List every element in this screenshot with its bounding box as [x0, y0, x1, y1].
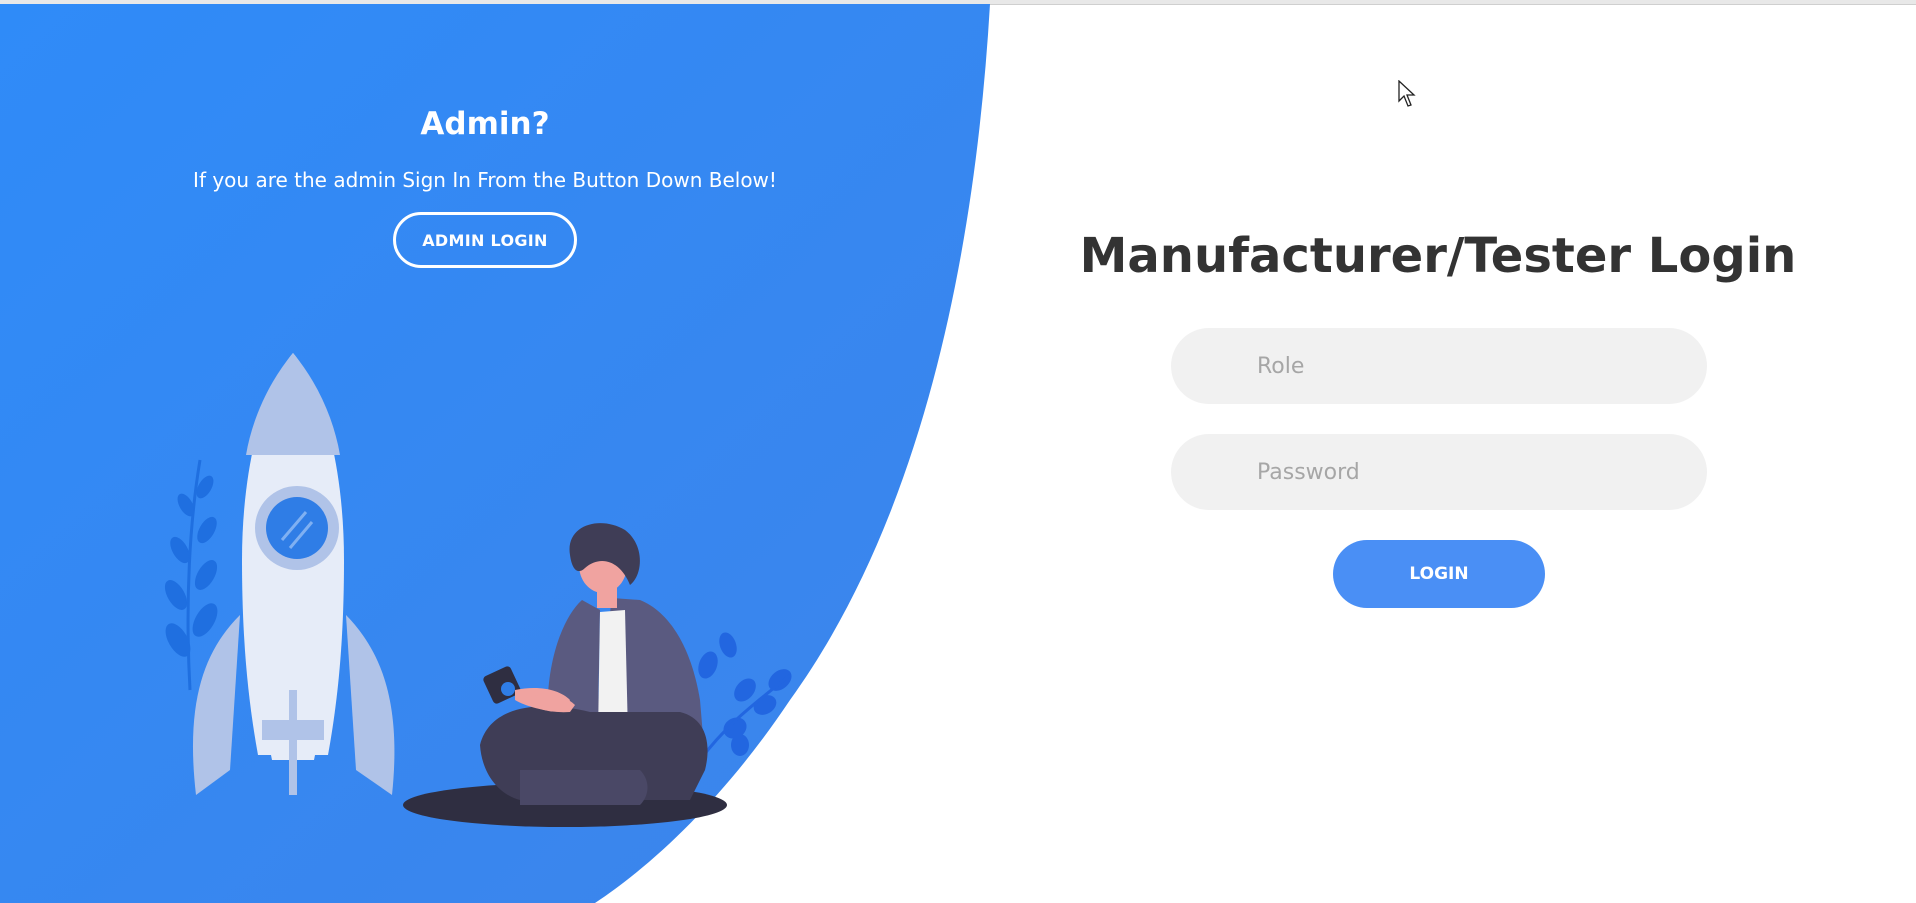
- admin-title: Admin?: [420, 106, 550, 142]
- login-page: Admin? If you are the admin Sign In From…: [0, 0, 1916, 903]
- role-input[interactable]: [1171, 328, 1707, 404]
- login-title: Manufacturer/Tester Login: [1079, 228, 1797, 284]
- admin-subtitle: If you are the admin Sign In From the Bu…: [193, 168, 777, 192]
- mouse-pointer-icon: [1398, 80, 1416, 107]
- login-button[interactable]: LOGIN: [1333, 540, 1545, 608]
- admin-login-button[interactable]: ADMIN LOGIN: [393, 212, 577, 268]
- password-input[interactable]: [1171, 434, 1707, 510]
